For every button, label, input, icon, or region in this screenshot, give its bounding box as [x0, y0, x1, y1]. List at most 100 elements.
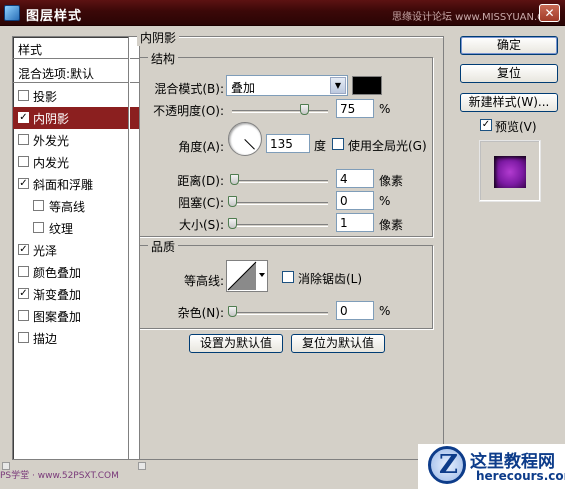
quality-group: 品质 等高线: 消除锯齿(L) 杂色(N): 0 %	[139, 238, 433, 329]
style-checkbox[interactable]	[18, 310, 29, 321]
style-checkbox[interactable]: ✓	[18, 178, 29, 189]
distance-slider[interactable]	[232, 180, 328, 183]
style-item-label: 斜面和浮雕	[33, 178, 94, 192]
distance-input[interactable]: 4	[336, 169, 374, 188]
resize-grip-icon	[138, 462, 146, 470]
reset-button[interactable]: 复位	[460, 64, 558, 83]
style-item-label: 等高线	[49, 200, 86, 214]
inner-shadow-panel: 内阴影 结构 混合模式(B): 叠加 ▼ 不透明度(O): 75 % 角度(A)…	[128, 29, 444, 460]
style-item-label: 内发光	[33, 156, 70, 170]
style-checkbox[interactable]: ✓	[18, 244, 29, 255]
style-checkbox[interactable]	[18, 266, 29, 277]
title-bar: 图层样式 思缘设计论坛 www.MISSYUAN.COM ✕	[0, 0, 565, 26]
noise-input[interactable]: 0	[336, 301, 374, 320]
chevron-down-icon[interactable]: ▼	[330, 77, 346, 94]
style-item[interactable]: 颜色叠加	[13, 261, 139, 283]
style-item[interactable]: 外发光	[13, 129, 139, 151]
angle-needle	[244, 139, 255, 150]
choke-label: 阻塞(C):	[178, 196, 224, 210]
opacity-label: 不透明度(O):	[153, 104, 224, 118]
choke-slider[interactable]	[232, 202, 328, 205]
shadow-color-swatch[interactable]	[352, 76, 382, 95]
size-label: 大小(S):	[178, 218, 224, 232]
distance-label: 距离(D):	[177, 174, 224, 188]
distance-slider-thumb[interactable]	[230, 174, 239, 185]
size-unit: 像素	[379, 218, 404, 232]
style-item[interactable]: 纹理	[13, 217, 139, 239]
style-item[interactable]: 内发光	[13, 151, 139, 173]
noise-label: 杂色(N):	[177, 306, 224, 320]
angle-dial[interactable]	[228, 122, 262, 156]
style-checkbox[interactable]	[18, 134, 29, 145]
style-checkbox[interactable]	[18, 156, 29, 167]
style-item-label: 图案叠加	[33, 310, 82, 324]
set-default-button[interactable]: 设置为默认值	[189, 334, 283, 353]
size-slider[interactable]	[232, 224, 328, 227]
window-title: 图层样式	[26, 9, 83, 24]
structure-group: 结构 混合模式(B): 叠加 ▼ 不透明度(O): 75 % 角度(A): 13…	[139, 50, 433, 237]
style-item[interactable]: 描边	[13, 327, 139, 349]
contour-picker[interactable]	[226, 260, 268, 292]
opacity-unit: %	[379, 102, 391, 116]
size-slider-thumb[interactable]	[228, 218, 237, 229]
style-item-label: 光泽	[33, 244, 58, 258]
style-item-label: 内阴影	[33, 112, 70, 126]
choke-slider-thumb[interactable]	[228, 196, 237, 207]
noise-slider-thumb[interactable]	[228, 306, 237, 317]
style-preview	[479, 140, 541, 202]
section-title: 内阴影	[137, 29, 180, 46]
antialias-checkbox[interactable]	[282, 271, 294, 283]
close-button[interactable]: ✕	[539, 4, 560, 22]
preview-checkbox[interactable]: ✓	[480, 119, 492, 131]
blend-mode-value: 叠加	[231, 81, 256, 95]
style-item[interactable]: 等高线	[13, 195, 139, 217]
reset-default-button[interactable]: 复位为默认值	[291, 334, 385, 353]
ok-button[interactable]: 确定	[460, 36, 558, 55]
blend-mode-select[interactable]: 叠加 ▼	[226, 75, 348, 96]
opacity-slider[interactable]	[232, 110, 328, 113]
style-checkbox[interactable]: ✓	[18, 112, 29, 123]
choke-unit: %	[379, 194, 391, 208]
preview-label: 预览(V)	[495, 120, 537, 134]
new-style-button[interactable]: 新建样式(W)...	[460, 93, 558, 112]
preview-swatch	[494, 156, 526, 188]
title-watermark: 思缘设计论坛 www.MISSYUAN.COM	[392, 12, 561, 23]
blend-mode-label: 混合模式(B):	[154, 82, 224, 96]
style-item[interactable]: ✓ 光泽	[13, 239, 139, 261]
size-input[interactable]: 1	[336, 213, 374, 232]
opacity-slider-thumb[interactable]	[300, 104, 309, 115]
style-item[interactable]: 图案叠加	[13, 305, 139, 327]
style-item-label: 投影	[33, 90, 58, 104]
style-item[interactable]: ✓ 斜面和浮雕	[13, 173, 139, 195]
styles-list-panel: 样式 混合选项:默认 投影 ✓ 内阴影外发光内发光 ✓ 斜面和浮雕等高线纹理 ✓ 光泽颜色叠…	[12, 36, 140, 460]
site-logo-icon: Z	[428, 446, 466, 484]
style-checkbox[interactable]: ✓	[18, 288, 29, 299]
contour-curve-icon	[227, 261, 265, 291]
style-item[interactable]: ✓ 内阴影	[13, 107, 139, 129]
style-checkbox[interactable]	[18, 332, 29, 343]
style-item-label: 颜色叠加	[33, 266, 82, 280]
angle-label: 角度(A):	[178, 140, 224, 154]
noise-slider[interactable]	[232, 312, 328, 315]
style-checkbox[interactable]	[33, 222, 44, 233]
style-checkbox[interactable]	[33, 200, 44, 211]
blending-options-item[interactable]: 混合选项:默认	[13, 61, 139, 83]
style-item[interactable]: 投影	[13, 85, 139, 107]
distance-unit: 像素	[379, 174, 404, 188]
style-item[interactable]: ✓ 渐变叠加	[13, 283, 139, 305]
style-item-label: 外发光	[33, 134, 70, 148]
contour-label: 等高线:	[183, 274, 224, 288]
opacity-input[interactable]: 75	[336, 99, 374, 118]
global-light-checkbox[interactable]	[332, 138, 344, 150]
styles-header[interactable]: 样式	[13, 37, 139, 59]
site-name-en: herecours.com	[476, 469, 565, 483]
angle-input[interactable]: 135	[266, 134, 310, 153]
site-branding: Z 这里教程网 herecours.com	[418, 444, 565, 489]
style-item-label: 渐变叠加	[33, 288, 82, 302]
noise-unit: %	[379, 304, 391, 318]
style-checkbox[interactable]	[18, 90, 29, 101]
antialias-label: 消除锯齿(L)	[298, 272, 363, 286]
global-light-label: 使用全局光(G)	[348, 139, 427, 153]
choke-input[interactable]: 0	[336, 191, 374, 210]
angle-unit: 度	[314, 139, 327, 153]
